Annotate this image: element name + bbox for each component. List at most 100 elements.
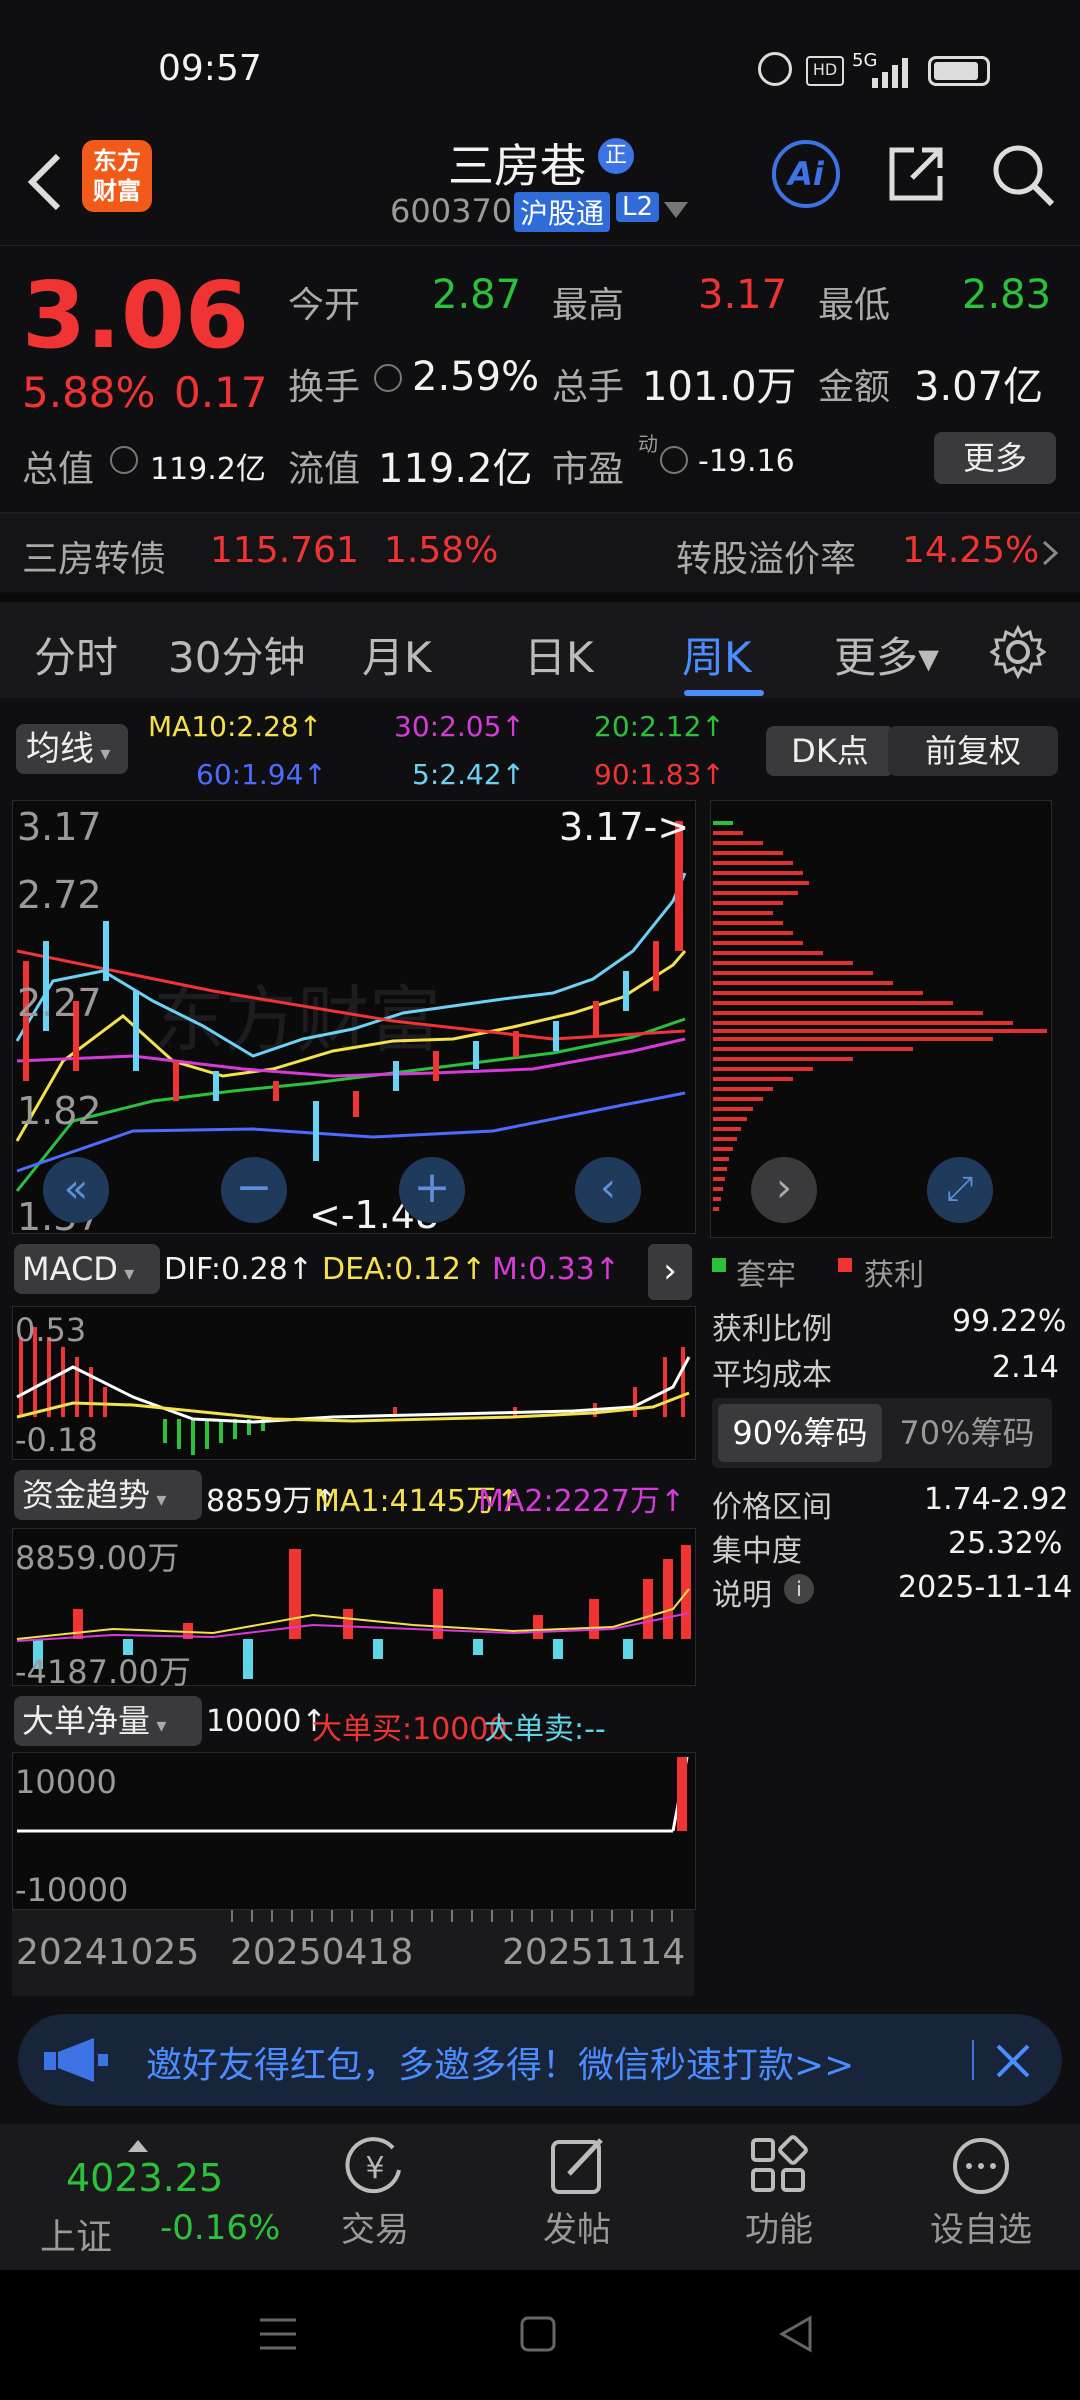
- tab-chip-70[interactable]: 70%筹码: [888, 1404, 1046, 1462]
- ma90-value: 90:1.83↑: [594, 758, 725, 791]
- active-tab-indicator: [684, 690, 764, 696]
- hd-icon: HD: [806, 56, 844, 86]
- chip-distribution-chart: › ⤢: [710, 800, 1052, 1238]
- invite-banner[interactable]: 邀好友得红包，多邀多得！微信秒速打款>>: [18, 2014, 1062, 2106]
- dk-point-button[interactable]: DK点: [766, 726, 894, 776]
- date-label-mid: 20250418: [230, 1932, 414, 1973]
- share-icon[interactable]: [884, 142, 948, 206]
- scroll-left-icon[interactable]: «: [43, 1157, 109, 1223]
- logo-text-bottom: 财富: [93, 177, 141, 205]
- alarm-icon: [758, 52, 792, 86]
- macd-dif: DIF:0.28↑: [164, 1252, 313, 1287]
- high-label: 最高: [552, 285, 625, 326]
- ai-assistant-button[interactable]: Ai: [772, 140, 840, 208]
- high-value: 3.17: [698, 272, 788, 318]
- volume-label: 总手: [552, 367, 625, 408]
- chevron-right-icon: [1042, 540, 1058, 566]
- index-quote-button[interactable]: 4023.25 上证 -0.16%: [0, 2124, 280, 2270]
- previous-icon[interactable]: ‹: [575, 1157, 641, 1223]
- convertible-bond-row[interactable]: 三房转债 115.761 1.58% 转股溢价率 14.25%: [0, 514, 1080, 592]
- nav-add-watchlist-label: 设自选: [930, 2210, 1032, 2250]
- dropdown-triangle-icon[interactable]: [664, 200, 688, 220]
- legend-trap-label: 套牢: [736, 1258, 796, 1293]
- tab-week-k[interactable]: 周K: [682, 624, 752, 685]
- price-range-value: 1.74-2.92: [924, 1482, 1069, 1517]
- home-icon[interactable]: [518, 2314, 558, 2354]
- fund-trend-chart[interactable]: 8859.00万 -4187.00万: [12, 1528, 696, 1691]
- date-axis: 20241025 20250418 20251114: [12, 1910, 694, 1996]
- ma60-value: 60:1.94↑: [196, 758, 327, 791]
- tab-30min[interactable]: 30分钟: [168, 624, 305, 685]
- info-dots-icon[interactable]: [110, 446, 138, 474]
- macd-y-bottom: -0.18: [15, 1421, 98, 1459]
- app-logo[interactable]: 东方 财富: [82, 140, 152, 212]
- macd-chart[interactable]: 0.53 -0.18: [12, 1306, 696, 1460]
- info-dots-icon[interactable]: [374, 364, 402, 392]
- kline-chart[interactable]: 东方财富 3.17 2.72 2.27 1.82 3.17-> <-1.48 «…: [12, 800, 696, 1239]
- close-icon[interactable]: [994, 2042, 1032, 2080]
- tab-more[interactable]: 更多▾: [834, 624, 939, 685]
- bottom-nav: 4023.25 上证 -0.16% ¥ 交易 发帖 功能 设自选: [0, 2124, 1080, 2270]
- nav-functions[interactable]: 功能: [704, 2134, 854, 2264]
- low-label: 最低: [818, 285, 891, 326]
- tab-day-k[interactable]: 日K: [524, 624, 594, 685]
- stock-header: 东方 财富 三房巷 正 600370 沪股通 L2 Ai: [0, 130, 1080, 246]
- big-order-chart[interactable]: 10000 -10000: [12, 1752, 696, 1910]
- indicator-selector-ma[interactable]: 均线 ▾: [16, 724, 128, 774]
- date-ticks: [231, 1910, 673, 1922]
- more-dots-icon: [953, 2138, 1009, 2194]
- back-arrow-icon[interactable]: [22, 150, 66, 214]
- nav-post[interactable]: 发帖: [502, 2134, 652, 2264]
- bond-price: 115.761: [210, 530, 359, 571]
- chevron-right-icon[interactable]: ›: [751, 1157, 817, 1223]
- back-icon[interactable]: [776, 2314, 816, 2354]
- tab-intraday[interactable]: 分时: [34, 624, 118, 685]
- tab-month-k[interactable]: 月K: [362, 624, 432, 685]
- ma30-value: 30:2.05↑: [394, 710, 525, 743]
- indicator-selector-macd[interactable]: MACD ▾: [14, 1244, 160, 1294]
- adjust-price-button[interactable]: 前复权: [888, 726, 1058, 776]
- macd-selector-label: MACD: [22, 1250, 118, 1288]
- system-nav-bar: [0, 2270, 1080, 2400]
- bond-percent: 1.58%: [384, 530, 499, 571]
- zoom-in-icon[interactable]: +: [399, 1157, 465, 1223]
- chip-tab-group: 90%筹码 70%筹码: [712, 1398, 1052, 1468]
- low-value: 2.83: [962, 272, 1052, 318]
- search-icon[interactable]: [990, 142, 1056, 208]
- market-cap-label: 总值: [22, 449, 95, 490]
- nav-add-watchlist[interactable]: 设自选: [906, 2134, 1056, 2264]
- expand-icon[interactable]: ⤢: [927, 1157, 993, 1223]
- fund-selector-label: 资金趋势: [22, 1476, 151, 1514]
- big-order-sell: 大单卖:--: [484, 1712, 606, 1747]
- index-value: 4023.25: [66, 2156, 224, 2200]
- menu-icon[interactable]: [258, 2314, 298, 2354]
- more-quote-button[interactable]: 更多: [934, 432, 1056, 484]
- pe-superscript: 动: [638, 432, 658, 456]
- gear-icon[interactable]: [990, 624, 1046, 680]
- macd-svg: [16, 1327, 691, 1455]
- status-time: 09:57: [158, 48, 262, 89]
- ma20-value: 20:2.12↑: [594, 710, 725, 743]
- banner-divider: [972, 2040, 974, 2080]
- indicator-selector-fund[interactable]: 资金趋势 ▾: [14, 1470, 202, 1520]
- y-label-2: 2.72: [17, 873, 102, 917]
- ma5-value: 5:2.42↑: [412, 758, 526, 791]
- index-name: 上证: [40, 2217, 113, 2258]
- profit-ratio-label: 获利比例: [712, 1312, 832, 1347]
- info-icon[interactable]: i: [784, 1574, 814, 1604]
- legend-profit-label: 获利: [864, 1258, 924, 1293]
- info-dots-icon[interactable]: [660, 446, 688, 474]
- nav-trade[interactable]: ¥ 交易: [300, 2134, 450, 2264]
- nav-trade-label: 交易: [341, 2210, 409, 2250]
- stock-code: 600370: [390, 192, 513, 230]
- stock-badge: 正: [598, 138, 634, 174]
- big-order-selector-label: 大单净量: [22, 1702, 151, 1740]
- big-order-buy: 大单买:10000: [312, 1712, 508, 1747]
- chevron-right-icon[interactable]: ›: [648, 1244, 692, 1300]
- big-order-value: 10000↑: [206, 1704, 327, 1739]
- zoom-out-icon[interactable]: −: [221, 1157, 287, 1223]
- tab-chip-90[interactable]: 90%筹码: [718, 1404, 882, 1462]
- macd-m: M:0.33↑: [492, 1252, 620, 1287]
- indicator-selector-big-order[interactable]: 大单净量 ▾: [14, 1696, 202, 1746]
- y-label-4: 1.82: [17, 1089, 102, 1133]
